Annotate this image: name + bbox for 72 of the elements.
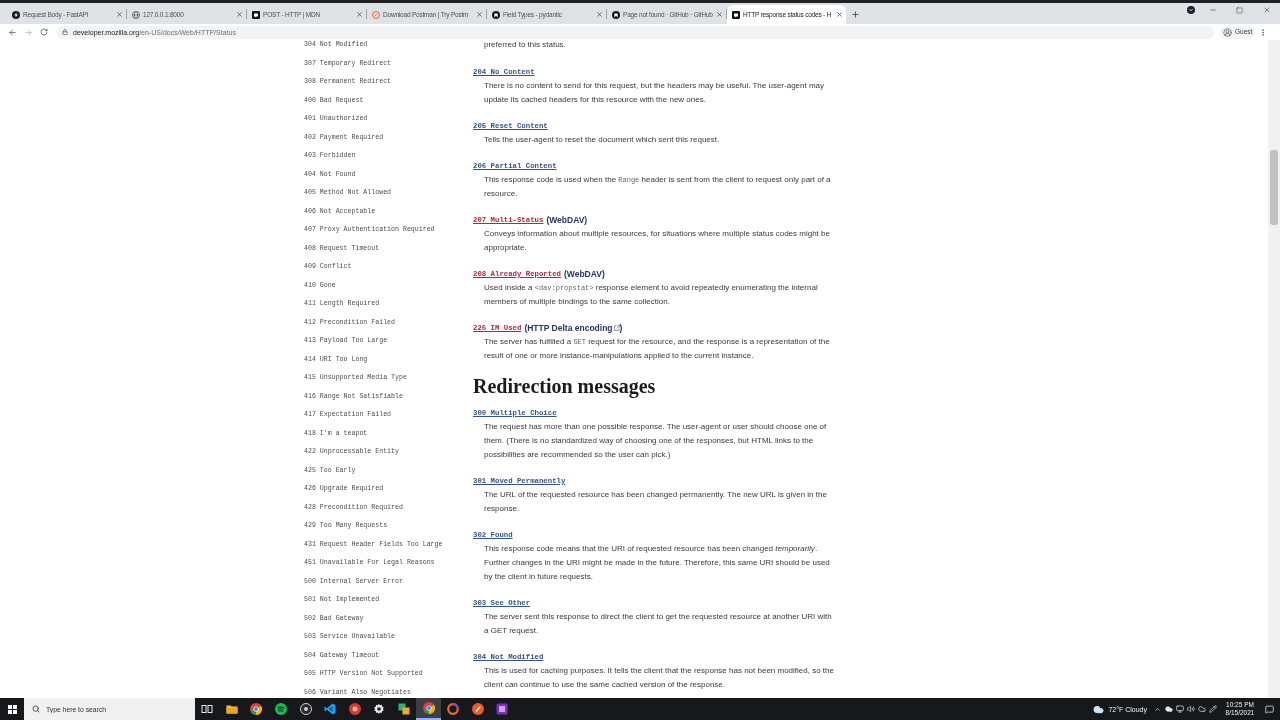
definition-text: The URL of the requested resource has been changed permanently. The new URL is given in the response. [484, 488, 828, 515]
cat-logo-icon [492, 10, 500, 19]
square-logo-icon [252, 10, 260, 19]
close-tab-button[interactable] [475, 10, 483, 19]
minimize-icon [1208, 6, 1217, 14]
cat-logo-icon [612, 10, 620, 19]
code-editor-app-icon [324, 703, 337, 715]
spec-link[interactable]: (WebDAV) [546, 215, 588, 225]
close-icon [115, 11, 123, 18]
definition-text: Conveys information about multiple resources, for situations where multiple status codes might be appropriate. [484, 227, 831, 254]
close-icon [475, 11, 483, 18]
globe-icon [132, 10, 140, 19]
spec-link[interactable]: (HTTP Delta encoding ) [524, 323, 623, 333]
slash-circle-app-icon [471, 703, 484, 715]
browser-app-icon [422, 702, 435, 714]
cloud-icon [1198, 705, 1206, 713]
round-app-icon [348, 703, 361, 715]
lock-icon [62, 29, 68, 35]
monitor-icon [1176, 705, 1184, 713]
spec-link[interactable]: (WebDAV) [563, 269, 605, 279]
close-icon [355, 11, 363, 18]
close-icon [835, 11, 843, 18]
window-tiles-app-icon [398, 703, 411, 715]
search-icon [32, 705, 40, 713]
close-tab-button[interactable] [595, 10, 603, 19]
definition-text: There is no content to send for this request, but the headers may be useful. The user-agent may update its cached headers for this resource with the new ones. [484, 79, 826, 106]
close-tab-button[interactable] [355, 10, 363, 19]
close-tab-button[interactable] [715, 10, 723, 19]
plus-icon [850, 9, 860, 19]
section-heading: Redirection messages [473, 375, 657, 397]
cloud-icon [1165, 705, 1173, 713]
taskbar-app-button[interactable] [416, 698, 441, 720]
cloud-icon [1093, 703, 1105, 715]
settings-icon [373, 703, 386, 715]
close-icon [235, 11, 243, 18]
definition-text: This is used for caching purposes. It tells the client that the response has not been modified, so the client can continue to use the same cached version of the response. [484, 664, 835, 691]
new-tab-button[interactable] [850, 9, 860, 19]
definition-text: The server sent this response to direct the client to get the requested resource at another URI with a GET request. [484, 610, 833, 637]
browser-app-icon [250, 703, 263, 715]
definition-text: preferred to this status. [484, 40, 567, 50]
music-app-icon [275, 703, 288, 715]
person-icon [1223, 27, 1232, 37]
chevron-up-icon [1154, 705, 1161, 713]
reload-button[interactable] [37, 25, 51, 39]
ring-logo-icon [372, 10, 380, 19]
circle-app-icon [299, 703, 312, 715]
windows-logo-icon [7, 704, 17, 714]
close-icon [1262, 6, 1271, 14]
ring-app-icon [447, 703, 460, 715]
pen-icon [1209, 705, 1217, 713]
definition-text: This response code means that the URI of requested resource has been changed temporarily. Further changes in the URI might be made in the future. Therefore, this same URI should be used by the client in future requests. [484, 542, 831, 583]
forward-arrow-icon [23, 27, 33, 37]
close-icon [595, 11, 603, 18]
reload-icon [40, 28, 48, 36]
square-logo-icon [732, 10, 740, 19]
close-tab-button[interactable] [835, 10, 843, 19]
close-icon [715, 11, 723, 18]
note-app-icon [496, 703, 509, 715]
speaker-icon [1187, 705, 1195, 713]
close-tab-button[interactable] [115, 10, 123, 19]
task-view-icon [201, 703, 214, 715]
maximize-icon [1236, 6, 1243, 14]
back-arrow-icon [7, 27, 17, 37]
chevron-down-icon [1188, 7, 1194, 13]
definition-text: Tells the user-agent to reset the document which sent this request. [484, 133, 721, 146]
notification-icon [1264, 704, 1274, 714]
bolt-logo-icon [12, 10, 20, 19]
definition-text: The request has more than one possible response. The user-agent or user should choose one of them. (There is no standardized way of choosing one of the responses, but HTML links to the possibilities are recommended so the user can pick.) [484, 420, 828, 461]
folder-icon [225, 703, 238, 715]
tab-search-button[interactable] [1187, 6, 1195, 14]
close-tab-button[interactable] [235, 10, 243, 19]
scrollbar-thumb[interactable] [1270, 150, 1278, 225]
